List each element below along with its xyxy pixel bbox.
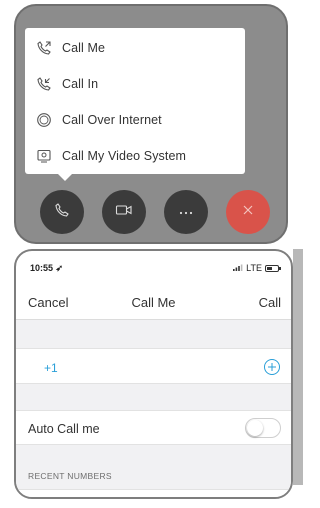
close-icon: [242, 203, 254, 221]
location-arrow-icon: ➶: [55, 263, 64, 273]
more-icon: [178, 203, 194, 221]
menu-item-label: Call Me: [62, 41, 106, 55]
phone-outgoing-icon: [35, 39, 53, 57]
frame-edge: [293, 249, 303, 485]
phone-incoming-icon: [35, 75, 53, 93]
menu-item-label: Call My Video System: [62, 149, 187, 163]
nav-bar: Cancel Call Me Call: [16, 285, 291, 320]
menu-item-label: Call In: [62, 77, 99, 91]
menu-item-call-my-video-system[interactable]: Call My Video System: [25, 138, 245, 174]
recent-number-row[interactable]: [16, 489, 291, 497]
phone-number-input[interactable]: [76, 353, 260, 383]
country-code-selector[interactable]: +1: [44, 361, 58, 375]
page-title: Call Me: [131, 295, 176, 310]
add-contact-icon[interactable]: [263, 358, 281, 381]
status-time: 10:55 ➶: [30, 263, 64, 273]
phone-number-row: +1: [16, 348, 291, 384]
section-spacer: [16, 320, 291, 348]
video-button[interactable]: [102, 190, 146, 234]
video-camera-icon: [115, 203, 133, 222]
phone-icon: [54, 202, 70, 223]
status-bar: 10:55 ➶ LTE: [16, 251, 291, 277]
auto-call-me-toggle[interactable]: [245, 418, 281, 438]
menu-item-label: Call Over Internet: [62, 113, 162, 127]
battery-icon: [265, 264, 281, 272]
signal-icon: [233, 263, 243, 273]
toggle-knob: [247, 420, 263, 436]
call-button[interactable]: Call: [259, 295, 281, 310]
menu-item-call-me[interactable]: Call Me: [25, 30, 245, 66]
network-type: LTE: [246, 263, 262, 273]
video-system-icon: [35, 147, 53, 165]
more-button[interactable]: [164, 190, 208, 234]
call-me-screen: 10:55 ➶ LTE Cancel Call Me Call +1 Auto …: [14, 249, 293, 499]
auto-call-me-label: Auto Call me: [28, 422, 100, 436]
close-button[interactable]: [226, 190, 270, 234]
menu-item-call-in[interactable]: Call In: [25, 66, 245, 102]
call-button[interactable]: [40, 190, 84, 234]
menu-item-call-over-internet[interactable]: Call Over Internet: [25, 102, 245, 138]
internet-call-icon: [35, 111, 53, 129]
call-options-menu: Call Me Call In Call Over Internet Call …: [25, 28, 245, 181]
section-spacer: [16, 384, 291, 410]
call-options-screen: Call Me Call In Call Over Internet Call …: [14, 4, 288, 244]
auto-call-me-row: Auto Call me: [16, 410, 291, 445]
recent-numbers-header: RECENT NUMBERS: [28, 471, 112, 481]
status-indicators: LTE: [233, 263, 281, 273]
